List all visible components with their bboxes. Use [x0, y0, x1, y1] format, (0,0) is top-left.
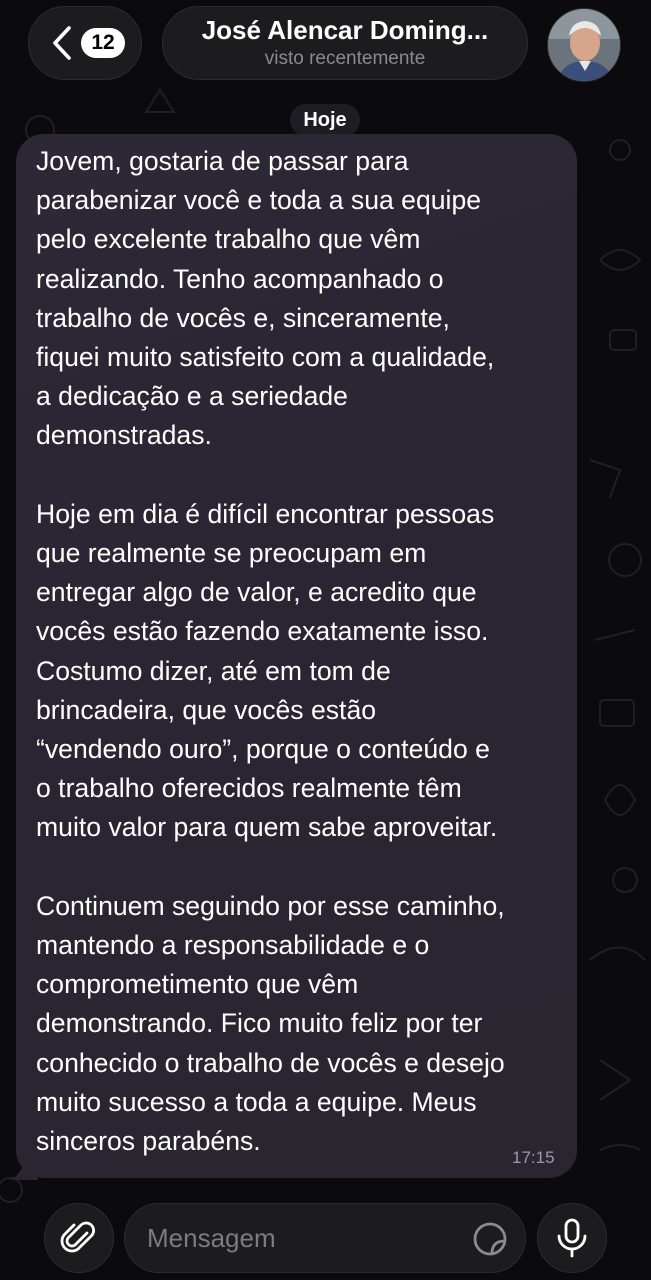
back-button[interactable]: 12 [28, 6, 142, 80]
contact-avatar[interactable] [547, 8, 621, 82]
avatar-photo [548, 9, 620, 81]
attach-button[interactable] [44, 1203, 114, 1273]
microphone-button[interactable] [537, 1203, 607, 1273]
contact-info-button[interactable]: José Alencar Doming... visto recentement… [162, 6, 528, 80]
message-input-container [124, 1203, 526, 1273]
chat-header: 12 José Alencar Doming... visto recentem… [0, 0, 651, 90]
message-timestamp: 17:15 [512, 1148, 555, 1167]
message-text: Jovem, gostaria de passar para parabeniz… [36, 146, 505, 1157]
chevron-left-icon [53, 26, 71, 60]
unread-count-badge: 12 [81, 28, 125, 58]
contact-status: visto recentemente [264, 48, 426, 69]
message-input[interactable] [147, 1204, 467, 1272]
paperclip-icon [60, 1221, 95, 1253]
chat-screen: 12 José Alencar Doming... visto recentem… [0, 0, 651, 1280]
contact-name: José Alencar Doming... [201, 15, 489, 45]
sticker-icon[interactable] [471, 1220, 509, 1258]
microphone-icon [557, 1218, 587, 1258]
date-separator: Hoje [290, 104, 360, 136]
